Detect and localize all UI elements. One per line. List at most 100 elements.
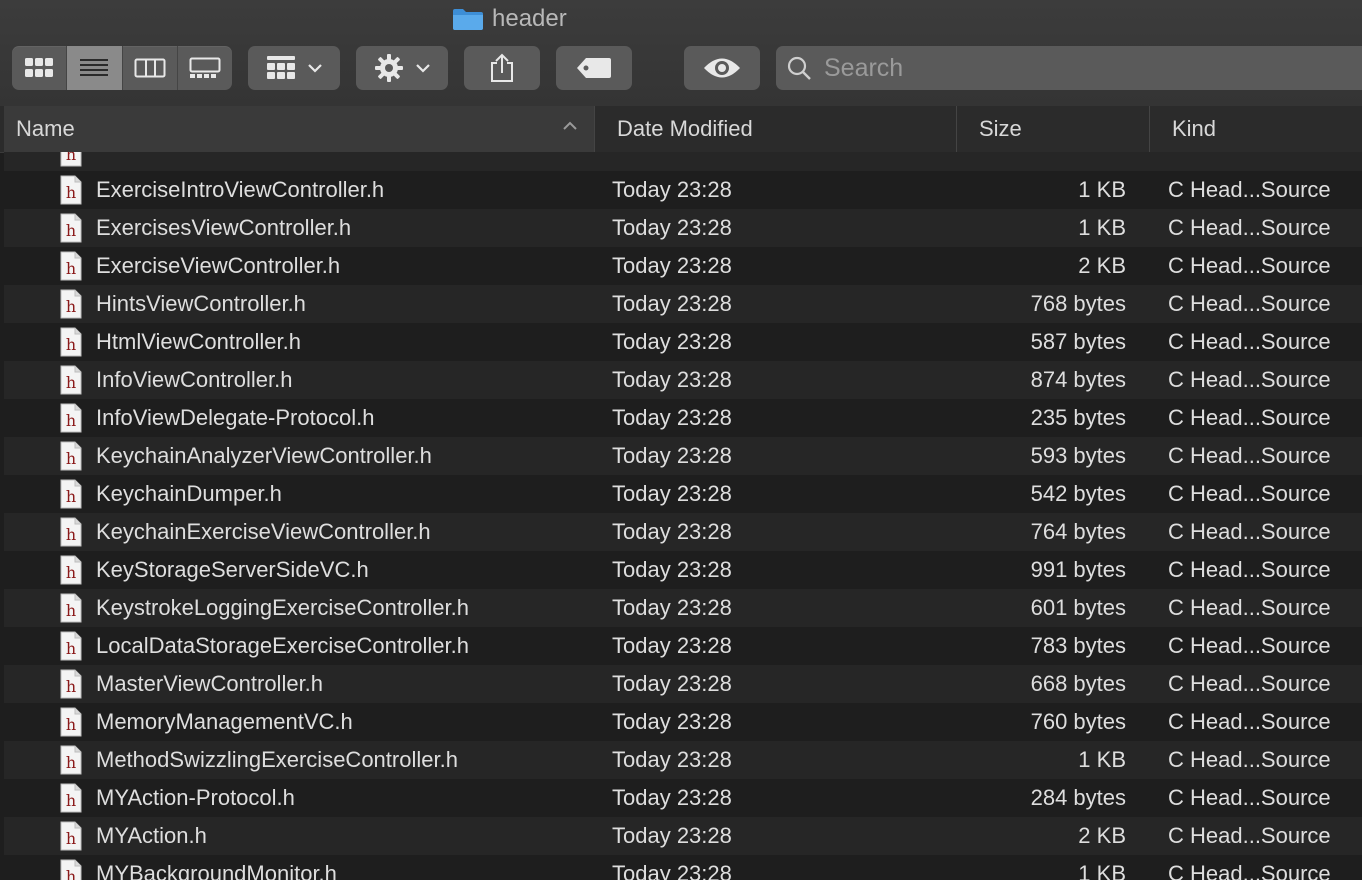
search-icon bbox=[787, 56, 811, 80]
column-date-header[interactable]: Date Modified bbox=[594, 106, 956, 152]
file-size: 542 bytes bbox=[1030, 481, 1126, 506]
file-kind: C Head...Source bbox=[1168, 481, 1331, 506]
folder-icon bbox=[452, 7, 484, 31]
file-row[interactable]: h KeystrokeLoggingExerciseController.h Tod… bbox=[4, 589, 1362, 627]
header-file-icon: h bbox=[60, 627, 84, 665]
columns-icon bbox=[134, 58, 166, 78]
gallery-icon bbox=[189, 57, 221, 78]
column-header: Name Date Modified Size Kind bbox=[0, 106, 1362, 153]
svg-text:h: h bbox=[66, 373, 76, 392]
file-name: MemoryManagementVC.h bbox=[96, 709, 353, 734]
file-date-modified: Today 23:28 bbox=[612, 557, 732, 582]
arrange-grid-icon bbox=[267, 56, 295, 79]
file-date-modified: Today 23:28 bbox=[612, 519, 732, 544]
file-date-modified: Today 23:28 bbox=[612, 291, 732, 316]
file-row[interactable]: h MethodSwizzlingExerciseController.h Toda… bbox=[4, 741, 1362, 779]
file-size: 593 bytes bbox=[1030, 443, 1126, 468]
file-row[interactable]: h InfoViewDelegate-Protocol.h Today 23:28 2… bbox=[4, 399, 1362, 437]
file-kind: C Head...Source bbox=[1168, 253, 1331, 278]
header-file-icon: h bbox=[60, 437, 84, 475]
file-row[interactable]: h MYAction-Protocol.h Today 23:28 284 bytes… bbox=[4, 779, 1362, 817]
file-kind: C Head...Source bbox=[1168, 177, 1331, 202]
group-by-button[interactable] bbox=[248, 46, 340, 90]
icon-view-button[interactable] bbox=[12, 46, 68, 90]
file-kind: C Head...Source bbox=[1168, 671, 1331, 696]
file-size: 760 bytes bbox=[1030, 709, 1126, 734]
gallery-view-button[interactable] bbox=[178, 46, 232, 90]
column-kind-label: Kind bbox=[1172, 116, 1217, 141]
file-kind: C Head...Source bbox=[1168, 785, 1331, 810]
file-row[interactable]: h MasterViewController.h Today 23:28 668 by… bbox=[4, 665, 1362, 703]
svg-text:h: h bbox=[66, 867, 76, 880]
file-date-modified: Today 23:28 bbox=[612, 215, 732, 240]
file-size: 235 bytes bbox=[1030, 405, 1126, 430]
list-icon bbox=[80, 59, 109, 76]
toolbar: header bbox=[0, 0, 1362, 107]
file-row[interactable]: h HintsViewController.h Today 23:28 768 byt… bbox=[4, 285, 1362, 323]
file-name: HintsViewController.h bbox=[96, 291, 306, 316]
file-row[interactable]: h KeychainDumper.h Today 23:28 542 bytes C H… bbox=[4, 475, 1362, 513]
svg-text:h: h bbox=[66, 525, 76, 544]
file-name: ExerciseIntroViewController.h bbox=[96, 177, 385, 202]
file-row[interactable]: h ExercisesViewController.h Today 23:28 1 K… bbox=[4, 209, 1362, 247]
file-list: h h ExerciseIntroViewController.h Today 23:… bbox=[4, 152, 1362, 880]
share-button[interactable] bbox=[464, 46, 540, 90]
file-kind: C Head...Source bbox=[1168, 215, 1331, 240]
file-kind: C Head...Source bbox=[1168, 823, 1331, 848]
file-row[interactable]: h HtmlViewController.h Today 23:28 587 byte… bbox=[4, 323, 1362, 361]
file-row[interactable]: h KeyStorageServerSideVC.h Today 23:28 991 … bbox=[4, 551, 1362, 589]
file-kind: C Head...Source bbox=[1168, 443, 1331, 468]
file-kind: C Head...Source bbox=[1168, 747, 1331, 772]
file-row[interactable]: h ExerciseViewController.h Today 23:28 2 KB… bbox=[4, 247, 1362, 285]
file-name: KeychainExerciseViewController.h bbox=[96, 519, 431, 544]
grid-icon bbox=[25, 58, 54, 77]
file-name: MYAction.h bbox=[96, 823, 207, 848]
header-file-icon: h bbox=[60, 152, 84, 171]
list-view-button[interactable] bbox=[67, 46, 123, 90]
svg-text:h: h bbox=[66, 487, 76, 506]
svg-text:h: h bbox=[66, 753, 76, 772]
file-date-modified: Today 23:28 bbox=[612, 481, 732, 506]
file-row[interactable]: h MYAction.h Today 23:28 2 KB C Head...Sourc… bbox=[4, 817, 1362, 855]
file-date-modified: Today 23:28 bbox=[612, 177, 732, 202]
header-file-icon: h bbox=[60, 247, 84, 285]
file-row[interactable]: h KeychainAnalyzerViewController.h Today 2… bbox=[4, 437, 1362, 475]
file-name: KeychainDumper.h bbox=[96, 481, 282, 506]
file-size: 601 bytes bbox=[1030, 595, 1126, 620]
search-input[interactable] bbox=[822, 52, 1346, 84]
file-date-modified: Today 23:28 bbox=[612, 633, 732, 658]
file-size: 783 bytes bbox=[1030, 633, 1126, 658]
column-size-header[interactable]: Size bbox=[956, 106, 1149, 152]
file-row[interactable]: h MemoryManagementVC.h Today 23:28 760 byte… bbox=[4, 703, 1362, 741]
file-date-modified: Today 23:28 bbox=[612, 595, 732, 620]
file-row[interactable]: h MYBackgroundMonitor.h Today 23:28 1 KB C H… bbox=[4, 855, 1362, 880]
file-size: 587 bytes bbox=[1030, 329, 1126, 354]
file-size: 284 bytes bbox=[1030, 785, 1126, 810]
file-kind: C Head...Source bbox=[1168, 291, 1331, 316]
file-name: KeystrokeLoggingExerciseController.h bbox=[96, 595, 469, 620]
file-name: LocalDataStorageExerciseController.h bbox=[96, 633, 469, 658]
file-date-modified: Today 23:28 bbox=[612, 671, 732, 696]
file-kind: C Head...Source bbox=[1168, 595, 1331, 620]
column-name-header[interactable]: Name bbox=[4, 106, 594, 152]
column-kind-header[interactable]: Kind bbox=[1149, 106, 1362, 152]
file-row[interactable]: h InfoViewController.h Today 23:28 874 byte… bbox=[4, 361, 1362, 399]
svg-text:h: h bbox=[66, 715, 76, 734]
column-view-button[interactable] bbox=[123, 46, 178, 90]
file-row[interactable]: h bbox=[4, 152, 1362, 171]
file-row[interactable]: h ExerciseIntroViewController.h Today 23:2… bbox=[4, 171, 1362, 209]
column-date-label: Date Modified bbox=[617, 116, 753, 141]
file-kind: C Head...Source bbox=[1168, 329, 1331, 354]
view-mode-selector bbox=[12, 46, 232, 90]
header-file-icon: h bbox=[60, 779, 84, 817]
header-file-icon: h bbox=[60, 323, 84, 361]
quick-look-button[interactable] bbox=[684, 46, 760, 90]
file-row[interactable]: h LocalDataStorageExerciseController.h Tod… bbox=[4, 627, 1362, 665]
tags-button[interactable] bbox=[556, 46, 632, 90]
header-file-icon: h bbox=[60, 361, 84, 399]
file-date-modified: Today 23:28 bbox=[612, 785, 732, 810]
header-file-icon: h bbox=[60, 551, 84, 589]
action-menu-button[interactable] bbox=[356, 46, 448, 90]
file-name: HtmlViewController.h bbox=[96, 329, 302, 354]
file-row[interactable]: h KeychainExerciseViewController.h Today 2… bbox=[4, 513, 1362, 551]
